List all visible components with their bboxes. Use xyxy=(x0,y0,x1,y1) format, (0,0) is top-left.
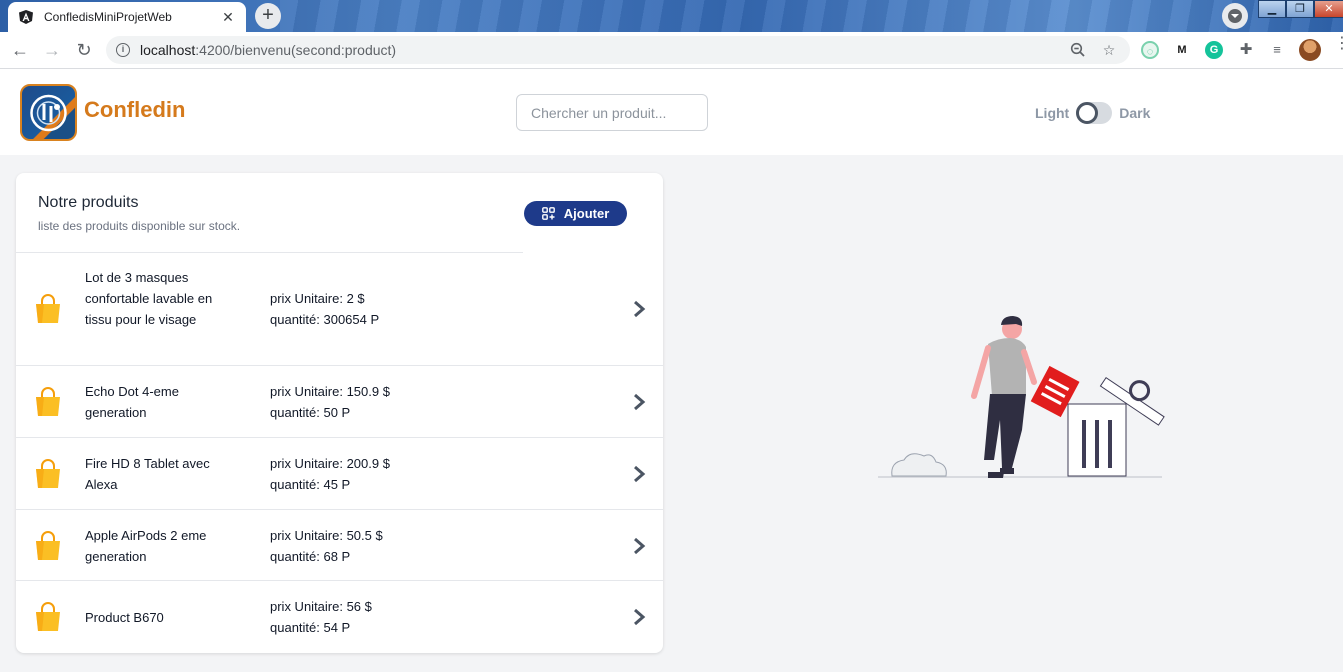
forward-arrow-icon[interactable]: → xyxy=(40,38,64,62)
switch-knob xyxy=(1076,102,1099,124)
profile-avatar[interactable] xyxy=(1299,39,1321,61)
back-arrow-icon[interactable]: ← xyxy=(8,38,32,62)
new-tab-button[interactable]: + xyxy=(255,3,281,29)
product-price: prix Unitaire: 150.9 $ xyxy=(270,384,390,399)
shopping-bag-icon xyxy=(36,387,60,416)
theme-toggle: Light Dark xyxy=(1035,102,1150,124)
media-queue-icon[interactable]: ≡ xyxy=(1268,41,1286,59)
chevron-down-icon xyxy=(1228,9,1242,23)
card-subtitle: liste des produits disponible sur stock. xyxy=(38,219,241,233)
brand-name: Confledin xyxy=(84,97,186,122)
product-price: prix Unitaire: 50.5 $ xyxy=(270,528,383,543)
product-row[interactable]: Fire HD 8 Tablet avec Alexa prix Unitair… xyxy=(16,438,663,510)
product-info: prix Unitaire: 50.5 $ quantité: 68 P xyxy=(270,525,383,567)
add-product-button[interactable]: Ajouter xyxy=(524,201,627,226)
theme-light-label: Light xyxy=(1035,105,1070,121)
shopping-bag-icon xyxy=(36,294,60,323)
product-quantity: quantité: 50 P xyxy=(270,405,351,420)
shopping-bag-icon xyxy=(36,602,60,631)
grid-add-icon xyxy=(541,207,555,220)
minimize-icon[interactable]: ▁ xyxy=(1258,0,1286,18)
product-quantity: quantité: 54 P xyxy=(270,620,351,635)
chevron-right-icon[interactable] xyxy=(632,300,646,318)
product-quantity: quantité: 300654 P xyxy=(270,312,380,327)
maximize-icon[interactable]: ❐ xyxy=(1286,0,1314,18)
product-price: prix Unitaire: 2 $ xyxy=(270,291,365,306)
product-info: prix Unitaire: 150.9 $ quantité: 50 P xyxy=(270,381,390,423)
bookmark-star-icon[interactable]: ☆ xyxy=(1101,42,1117,58)
address-bar[interactable]: i localhost:4200/bienvenu(second:product… xyxy=(106,36,1130,64)
product-quantity: quantité: 68 P xyxy=(270,549,351,564)
add-product-label: Ajouter xyxy=(563,206,610,221)
browser-toolbar: ← → ↻ i localhost:4200/bienvenu(second:p… xyxy=(0,32,1343,69)
product-price: prix Unitaire: 200.9 $ xyxy=(270,456,390,471)
theme-dark-label: Dark xyxy=(1119,105,1151,121)
product-row[interactable]: Apple AirPods 2 eme generation prix Unit… xyxy=(16,510,663,581)
extension-color-icon[interactable]: ◌ xyxy=(1141,41,1159,59)
trash-illustration xyxy=(878,316,1165,478)
product-info: prix Unitaire: 56 $ quantité: 54 P xyxy=(270,596,372,638)
extensions-puzzle-icon[interactable]: ✚ xyxy=(1237,41,1255,59)
product-row[interactable]: Echo Dot 4-eme generation prix Unitaire:… xyxy=(16,366,663,438)
product-name: Product B670 xyxy=(85,610,164,625)
confledis-logo xyxy=(20,84,77,141)
product-list: Lot de 3 masques confortable lavable en … xyxy=(16,253,663,652)
chevron-right-icon[interactable] xyxy=(632,537,646,555)
url-text[interactable]: localhost:4200/bienvenu(second:product) xyxy=(140,42,396,58)
logo-mark-icon xyxy=(30,94,67,132)
product-quantity: quantité: 45 P xyxy=(270,477,351,492)
shopping-bag-icon xyxy=(36,531,60,560)
tab-title: ConfledisMiniProjetWeb xyxy=(44,10,172,24)
chevron-right-icon[interactable] xyxy=(632,608,646,626)
product-name: Fire HD 8 Tablet avec Alexa xyxy=(85,456,210,492)
browser-tab-active[interactable]: ConfledisMiniProjetWeb ✕ xyxy=(8,2,246,32)
card-title: Notre produits xyxy=(38,194,139,211)
chevron-right-icon[interactable] xyxy=(632,393,646,411)
reload-icon[interactable]: ↻ xyxy=(72,38,96,62)
product-price: prix Unitaire: 56 $ xyxy=(270,599,372,614)
tab-close-icon[interactable]: ✕ xyxy=(220,9,236,26)
browser-tabstrip: ConfledisMiniProjetWeb ✕ + ▁ ❐ ✕ xyxy=(0,0,1343,32)
info-icon[interactable]: i xyxy=(116,43,130,57)
app-header: Confledin Light Dark xyxy=(0,69,1343,155)
chevron-right-icon[interactable] xyxy=(632,465,646,483)
product-info: prix Unitaire: 200.9 $ quantité: 45 P xyxy=(270,453,390,495)
angular-icon xyxy=(19,10,33,24)
tab-search-button[interactable] xyxy=(1222,3,1248,29)
product-row[interactable]: Product B670 prix Unitaire: 56 $ quantit… xyxy=(16,581,663,652)
product-name: Apple AirPods 2 eme generation xyxy=(85,528,207,564)
window-controls: ▁ ❐ ✕ xyxy=(1258,0,1343,18)
product-search-input[interactable] xyxy=(516,94,708,131)
grammarly-icon[interactable]: G xyxy=(1205,41,1223,59)
shopping-bag-icon xyxy=(36,459,60,488)
theme-switch[interactable] xyxy=(1076,102,1113,124)
product-info: prix Unitaire: 2 $ quantité: 300654 P xyxy=(270,288,379,330)
close-window-icon[interactable]: ✕ xyxy=(1314,0,1343,18)
extension-m-icon[interactable]: M xyxy=(1173,41,1191,59)
product-row[interactable]: Lot de 3 masques confortable lavable en … xyxy=(16,253,663,366)
browser-menu-icon[interactable]: ⋮ xyxy=(1334,36,1343,52)
products-card: Notre produits liste des produits dispon… xyxy=(16,173,663,653)
product-name: Lot de 3 masques confortable lavable en … xyxy=(85,270,213,327)
zoom-out-icon[interactable] xyxy=(1070,42,1086,58)
product-name: Echo Dot 4-eme generation xyxy=(85,384,179,420)
